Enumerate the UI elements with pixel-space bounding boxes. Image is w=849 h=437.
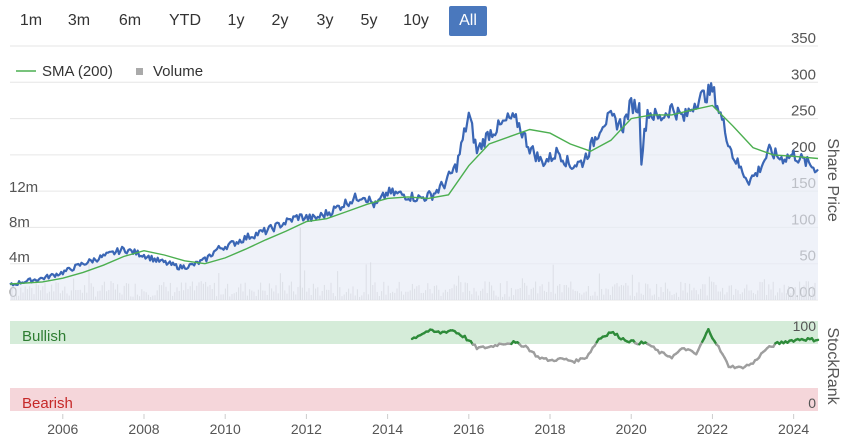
x-tick-label: 2006: [47, 421, 78, 437]
x-tick-label: 2018: [534, 421, 565, 437]
x-tick-label: 2024: [778, 421, 809, 437]
price-tick-label: 350: [791, 30, 816, 47]
volume-tick-label: 12m: [9, 179, 38, 196]
chart-svg: 0.005010015020025030035004m8m12mSMA (200…: [9, 30, 841, 437]
x-tick-label: 2022: [697, 421, 728, 437]
volume-tick-label: 4m: [9, 249, 30, 266]
rank-axis-title: StockRank: [824, 327, 841, 405]
bearish-band: [10, 388, 818, 411]
x-tick-label: 2016: [453, 421, 484, 437]
x-tick-label: 2008: [128, 421, 159, 437]
x-tick-label: 2020: [616, 421, 647, 437]
legend-volume-label: Volume: [153, 63, 203, 80]
price-axis-title: Share Price: [824, 138, 841, 222]
rank-tick-label: 0: [808, 395, 816, 411]
price-tick-label: 250: [791, 103, 816, 120]
bullish-label: Bullish: [22, 328, 66, 345]
x-tick-label: 2010: [210, 421, 241, 437]
price-tick-label: 300: [791, 66, 816, 83]
volume-tick-label: 8m: [9, 214, 30, 231]
legend-sma-label: SMA (200): [42, 63, 113, 80]
legend-volume-swatch: [136, 68, 143, 75]
bullish-band: [10, 321, 818, 344]
x-tick-label: 2012: [291, 421, 322, 437]
bearish-label: Bearish: [22, 395, 73, 412]
rank-tick-label: 100: [793, 318, 817, 334]
x-tick-label: 2014: [372, 421, 403, 437]
